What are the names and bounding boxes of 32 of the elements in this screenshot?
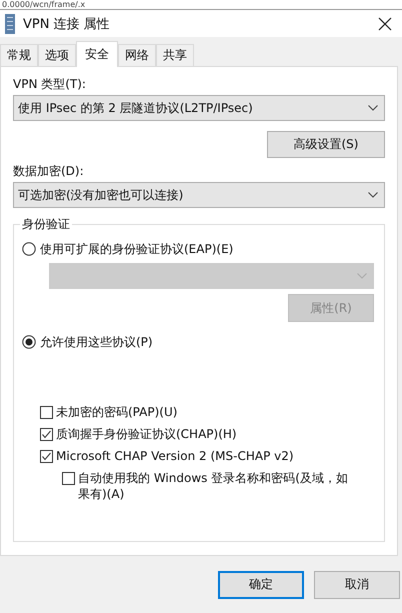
cancel-button[interactable]: 取消	[314, 570, 400, 598]
advanced-settings-button[interactable]: 高级设置(S)	[267, 131, 385, 158]
checkbox-label[interactable]: 未加密的密码(PAP)(U)	[56, 404, 178, 420]
checkbox[interactable]	[40, 450, 53, 463]
address-text: 0.0000/wcn/frame/.x	[2, 0, 86, 9]
encryption-label: 数据加密(D):	[13, 163, 85, 180]
document-icon	[5, 14, 15, 34]
checkbox-label[interactable]: Microsoft CHAP Version 2 (MS-CHAP v2)	[56, 448, 294, 464]
chevron-down-icon	[368, 105, 378, 111]
checkbox-label[interactable]: 质询握手身份验证协议(CHAP)(H)	[56, 426, 237, 442]
group-title: 身份验证	[20, 217, 72, 231]
ok-button[interactable]: 确定	[218, 570, 304, 598]
checkbox[interactable]	[40, 428, 53, 441]
close-icon[interactable]	[378, 16, 392, 30]
tab[interactable]: 选项	[38, 44, 76, 66]
checkbox-label[interactable]: 自动使用我的 Windows 登录名称和密码(及域，如果有)(A)	[78, 470, 348, 502]
vpn-type-label: VPN 类型(T):	[13, 76, 87, 93]
radio-label[interactable]: 允许使用这些协议(P)	[40, 334, 153, 350]
window-title: VPN 连接 属性	[23, 16, 111, 32]
tab[interactable]: 共享	[156, 44, 194, 66]
radio-label[interactable]: 使用可扩展的身份验证协议(EAP)(E)	[40, 240, 234, 258]
vpn-type-dropdown[interactable]: 使用 IPsec 的第 2 层隧道协议(L2TP/IPsec)	[13, 95, 385, 121]
tab[interactable]: 常规	[0, 44, 38, 66]
radio-button[interactable]	[22, 335, 36, 349]
chevron-down-icon	[357, 273, 367, 279]
tab[interactable]: 安全	[76, 41, 118, 67]
encryption-dropdown[interactable]: 可选加密(没有加密也可以连接)	[13, 182, 385, 208]
radio-button[interactable]	[22, 242, 36, 256]
tab[interactable]: 网络	[118, 44, 156, 66]
chevron-down-icon	[368, 192, 378, 198]
checkbox[interactable]	[62, 472, 75, 485]
checkbox[interactable]	[40, 406, 53, 419]
